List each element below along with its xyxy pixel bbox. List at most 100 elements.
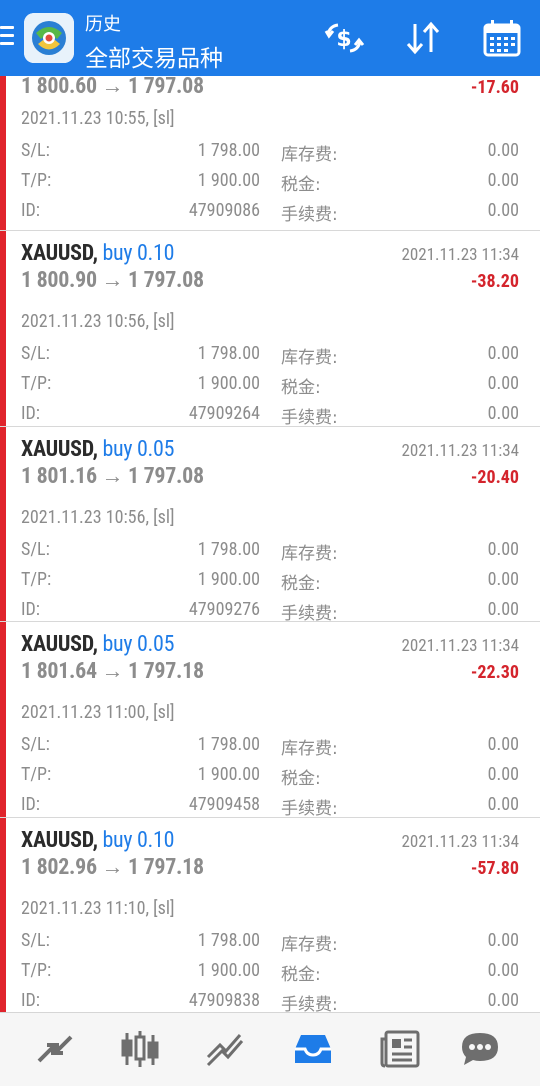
trade-profit: -22.30 (470, 662, 519, 683)
quotes-icon[interactable] (33, 1027, 77, 1071)
sl-label: S/L: (21, 140, 50, 161)
id-value: 47909264 (188, 403, 260, 424)
trade-card[interactable]: XAUUSD, buy 0.10 2021.11.23 11:34 1 802.… (0, 817, 540, 1013)
trade-symbol: XAUUSD, (21, 241, 98, 266)
trade-card[interactable]: XAUUSD, buy 0.05 2021.11.23 11:34 1 801.… (0, 622, 540, 819)
tp-label: T/P: (21, 170, 52, 191)
app-logo (24, 13, 74, 63)
fee-label: 手续费: (281, 603, 338, 624)
trade-profit: -57.80 (470, 857, 519, 879)
sl-label: S/L: (21, 734, 50, 755)
swap-value: 0.00 (487, 140, 519, 161)
app-root: 历史 全部交易品种 $ 1 800.60 → 1 797.08 -17.60 2… (0, 0, 540, 1086)
tax-value: 0.00 (487, 373, 519, 394)
fee-label: 手续费: (281, 799, 338, 819)
trade-symbol: XAUUSD, (21, 632, 98, 657)
close-time: 2021.11.23 11:34 (401, 636, 519, 656)
close-time: 2021.11.23 11:34 (401, 245, 519, 265)
news-icon[interactable] (378, 1027, 422, 1071)
id-value: 47909458 (188, 794, 260, 815)
symbol-line: XAUUSD, buy 0.05 (21, 632, 174, 657)
id-label: ID: (21, 598, 40, 620)
swap-label: 库存费: (281, 145, 338, 165)
tp-value: 1 900.00 (197, 568, 260, 590)
trade-side-volume: buy 0.05 (102, 632, 175, 657)
top-app-bar: 历史 全部交易品种 $ (0, 0, 540, 76)
page-title: 历史 (85, 14, 121, 35)
trade-profit: -17.60 (470, 77, 519, 98)
fee-label: 手续费: (281, 994, 338, 1013)
open-close-prices: 1 801.64 → 1 797.18 (21, 659, 204, 684)
sl-value: 1 798.00 (197, 343, 260, 364)
tp-label: T/P: (21, 373, 52, 394)
trade-symbol: XAUUSD, (21, 436, 98, 462)
trade-side-volume: buy 0.10 (102, 827, 175, 853)
tax-label: 税金: (281, 573, 321, 594)
chart-icon[interactable] (118, 1027, 162, 1071)
fee-label: 手续费: (281, 205, 338, 225)
swap-label: 库存费: (281, 739, 338, 759)
trade-profit: -38.20 (470, 271, 519, 292)
open-close-prices: 1 801.16 → 1 797.08 (21, 463, 204, 489)
fee-value: 0.00 (487, 989, 519, 1011)
trade-card[interactable]: 1 800.60 → 1 797.08 -17.60 2021.11.23 10… (0, 76, 540, 231)
history-icon[interactable] (291, 1027, 335, 1071)
swap-value: 0.00 (487, 929, 519, 951)
sort-icon[interactable] (401, 16, 445, 60)
sl-label: S/L: (21, 343, 50, 364)
swap-label: 库存费: (281, 934, 338, 955)
tax-label: 税金: (281, 964, 321, 985)
open-close-prices: 1 800.60 → 1 797.08 (21, 76, 204, 99)
tax-value: 0.00 (487, 764, 519, 785)
tp-row: T/P: 1 900.00 税金: 0.00 (0, 764, 540, 789)
tp-value: 1 900.00 (197, 764, 260, 785)
symbol-line: XAUUSD, buy 0.05 (21, 437, 174, 462)
trade-side-volume: buy 0.05 (102, 436, 175, 462)
symbol-filter-title[interactable]: 全部交易品种 (85, 39, 223, 73)
tp-value: 1 900.00 (197, 170, 260, 191)
id-value: 47909276 (188, 598, 260, 620)
fee-value: 0.00 (487, 200, 519, 221)
id-row: ID: 47909458 手续费: 0.00 (0, 794, 540, 819)
open-time: 2021.11.23 11:00, [sl] (21, 702, 175, 723)
id-row: ID: 47909086 手续费: 0.00 (0, 200, 540, 225)
currency-exchange-icon[interactable]: $ (322, 16, 366, 60)
sl-row: S/L: 1 798.00 库存费: 0.00 (0, 734, 540, 759)
tp-row: T/P: 1 900.00 税金: 0.00 (0, 568, 540, 594)
id-label: ID: (21, 794, 40, 815)
open-time: 2021.11.23 10:56, [sl] (21, 311, 175, 332)
sl-row: S/L: 1 798.00 库存费: 0.00 (0, 539, 540, 564)
sl-row: S/L: 1 798.00 库存费: 0.00 (0, 140, 540, 165)
symbol-line: XAUUSD, buy 0.10 (21, 241, 174, 266)
chat-icon[interactable] (458, 1027, 502, 1071)
calendar-icon[interactable] (480, 16, 524, 60)
tp-row: T/P: 1 900.00 税金: 0.00 (0, 959, 540, 985)
swap-value: 0.00 (487, 343, 519, 364)
trade-profit: -20.40 (470, 466, 519, 488)
menu-icon[interactable] (0, 26, 16, 50)
tax-value: 0.00 (487, 959, 519, 981)
tax-label: 税金: (281, 175, 321, 195)
trade-side-volume: buy 0.10 (102, 241, 175, 266)
trade-card[interactable]: XAUUSD, buy 0.10 2021.11.23 11:34 1 800.… (0, 231, 540, 428)
bottom-navigation (0, 1012, 540, 1086)
id-value: 47909086 (188, 200, 260, 221)
history-list[interactable]: 1 800.60 → 1 797.08 -17.60 2021.11.23 10… (0, 76, 540, 1012)
swap-label: 库存费: (281, 348, 338, 368)
close-time: 2021.11.23 11:34 (401, 440, 519, 461)
fee-value: 0.00 (487, 598, 519, 620)
open-time: 2021.11.23 10:56, [sl] (21, 506, 175, 528)
open-time: 2021.11.23 11:10, [sl] (21, 897, 175, 919)
open-close-prices: 1 800.90 → 1 797.08 (21, 268, 204, 293)
swap-label: 库存费: (281, 543, 338, 564)
id-label: ID: (21, 200, 40, 221)
svg-text:$: $ (336, 27, 351, 52)
sl-label: S/L: (21, 929, 50, 951)
tp-label: T/P: (21, 568, 52, 590)
sl-row: S/L: 1 798.00 库存费: 0.00 (0, 343, 540, 368)
sl-value: 1 798.00 (197, 929, 260, 951)
swap-value: 0.00 (487, 734, 519, 755)
trade-icon[interactable] (204, 1027, 248, 1071)
trade-symbol: XAUUSD, (21, 827, 98, 853)
trade-card[interactable]: XAUUSD, buy 0.05 2021.11.23 11:34 1 801.… (0, 426, 540, 624)
